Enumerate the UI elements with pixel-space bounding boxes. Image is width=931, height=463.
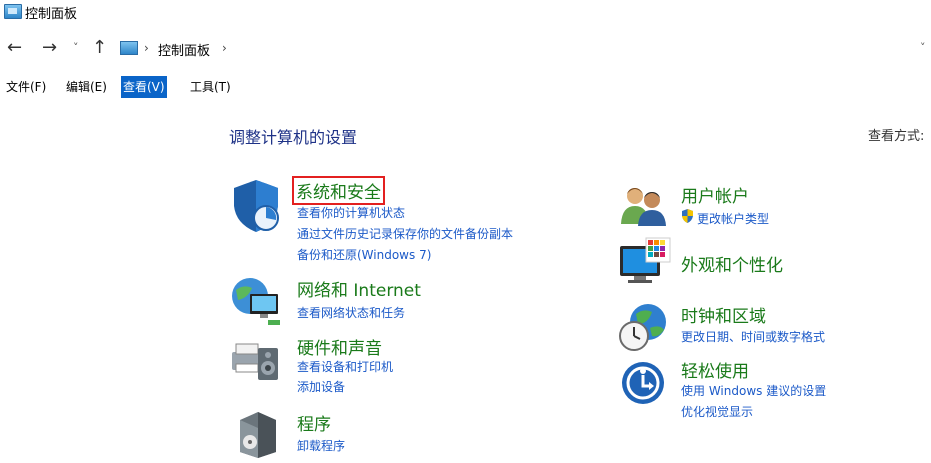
users-icon[interactable]	[620, 182, 668, 226]
window-title: 控制面板	[25, 7, 78, 22]
recent-locations-button[interactable]: ˅	[73, 41, 79, 54]
uac-shield-icon	[682, 209, 693, 223]
link-change-account-type[interactable]: 更改帐户类型	[697, 210, 769, 227]
breadcrumb-separator[interactable]: ›	[222, 41, 227, 55]
link-devices-printers[interactable]: 查看设备和打印机	[297, 358, 393, 375]
page-title: 调整计算机的设置	[229, 128, 358, 147]
link-view-computer-status[interactable]: 查看你的计算机状态	[297, 204, 405, 221]
category-clock-region[interactable]: 时钟和区域	[681, 302, 766, 327]
link-backup-restore[interactable]: 备份和还原(Windows 7)	[297, 246, 431, 263]
link-view-network-status[interactable]: 查看网络状态和任务	[297, 304, 405, 321]
category-appearance-personalization[interactable]: 外观和个性化	[681, 251, 783, 276]
link-file-history-backup[interactable]: 通过文件历史记录保存你的文件备份副本	[297, 225, 513, 242]
address-bar: ← → ˅ ↑ › 控制面板 › ˅	[0, 36, 931, 64]
category-network-internet[interactable]: 网络和 Internet	[297, 276, 421, 301]
breadcrumb-control-panel[interactable]: 控制面板	[158, 40, 210, 59]
address-dropdown-button[interactable]: ˅	[920, 41, 926, 54]
clock-globe-icon[interactable]	[618, 302, 668, 352]
menu-edit[interactable]: 编辑(E)	[64, 76, 109, 98]
network-globe-icon[interactable]	[230, 276, 282, 326]
menu-bar: 文件(F) 编辑(E) 查看(V) 工具(T)	[0, 76, 931, 98]
breadcrumb-separator[interactable]: ›	[144, 41, 149, 55]
menu-file[interactable]: 文件(F)	[4, 76, 48, 98]
category-ease-of-access[interactable]: 轻松使用	[681, 357, 749, 382]
view-by-label: 查看方式:	[868, 129, 925, 144]
link-windows-recommended-settings[interactable]: 使用 Windows 建议的设置	[681, 382, 826, 399]
menu-tools[interactable]: 工具(T)	[188, 76, 233, 98]
category-system-security[interactable]: 系统和安全	[292, 176, 385, 205]
printer-speaker-icon[interactable]	[230, 334, 282, 382]
up-button[interactable]: ↑	[92, 38, 107, 58]
link-change-date-time-format[interactable]: 更改日期、时间或数字格式	[681, 328, 825, 345]
back-button[interactable]: ←	[7, 38, 22, 58]
forward-button[interactable]: →	[42, 38, 57, 58]
link-uninstall-program[interactable]: 卸载程序	[297, 437, 345, 454]
monitor-color-icon[interactable]	[618, 236, 672, 286]
shield-icon[interactable]	[230, 180, 282, 234]
link-optimize-visual-display[interactable]: 优化视觉显示	[681, 403, 753, 420]
ease-of-access-icon[interactable]	[620, 360, 666, 406]
link-add-device[interactable]: 添加设备	[297, 378, 345, 395]
menu-view[interactable]: 查看(V)	[121, 76, 167, 98]
category-hardware-sound[interactable]: 硬件和声音	[297, 334, 382, 359]
programs-box-icon[interactable]	[236, 408, 278, 458]
category-user-accounts[interactable]: 用户帐户	[681, 182, 749, 207]
control-panel-icon	[4, 4, 22, 19]
control-panel-icon[interactable]	[120, 41, 138, 55]
category-programs[interactable]: 程序	[297, 410, 331, 435]
title-bar: 控制面板	[0, 0, 931, 26]
